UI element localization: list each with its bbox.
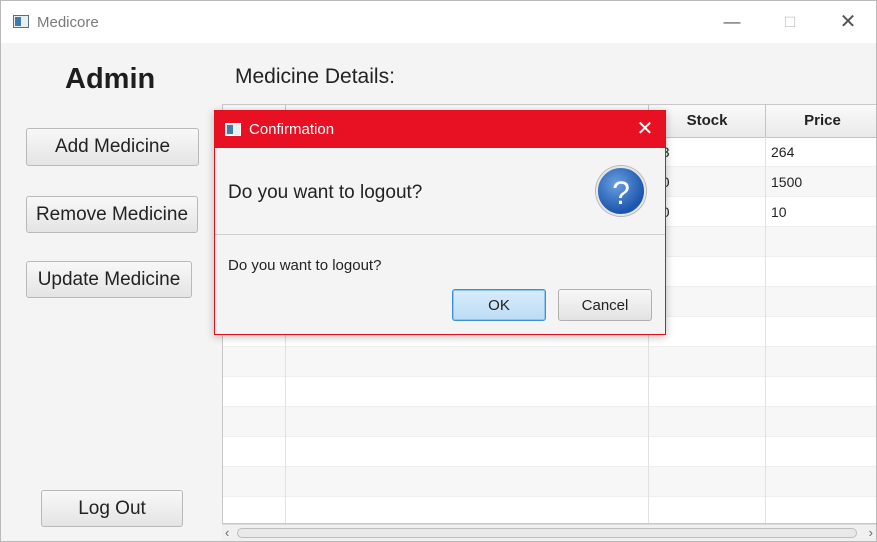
table-cell (766, 287, 876, 317)
table-row[interactable] (223, 497, 876, 523)
table-cell (649, 377, 766, 407)
column-header-stock[interactable]: Stock (649, 105, 766, 137)
table-row[interactable] (223, 377, 876, 407)
table-cell (286, 497, 649, 523)
table-row[interactable] (223, 437, 876, 467)
table-cell (766, 437, 876, 467)
table-row[interactable] (223, 347, 876, 377)
horizontal-scrollbar[interactable]: ‹ › (222, 524, 876, 541)
main-window: Medicore — ☐ ✕ Admin Add Medicine Remove… (0, 0, 877, 542)
table-cell (286, 377, 649, 407)
ok-button[interactable]: OK (452, 289, 546, 321)
sidebar-title: Admin (65, 63, 156, 95)
table-cell (223, 467, 286, 497)
table-cell (223, 377, 286, 407)
close-window-button[interactable]: ✕ (828, 9, 868, 35)
dialog-content-text: Do you want to logout? (228, 257, 382, 274)
app-icon (13, 15, 29, 28)
table-cell (766, 407, 876, 437)
table-cell (286, 437, 649, 467)
table-cell (223, 437, 286, 467)
title-bar: Medicore — ☐ ✕ (1, 1, 876, 43)
dialog-header-text: Do you want to logout? (228, 182, 423, 203)
column-header-price[interactable]: Price (766, 105, 876, 137)
table-cell (766, 377, 876, 407)
table-cell (649, 227, 766, 257)
table-row[interactable] (223, 407, 876, 437)
cancel-button[interactable]: Cancel (558, 289, 652, 321)
table-cell (649, 497, 766, 523)
table-cell: 1500 (771, 174, 803, 190)
table-cell (649, 437, 766, 467)
table-cell (649, 287, 766, 317)
table-cell: 00 (649, 197, 766, 227)
logout-button[interactable]: Log Out (41, 490, 183, 527)
table-cell (649, 467, 766, 497)
table-cell: 33 (649, 137, 766, 167)
table-cell (286, 407, 649, 437)
dialog-header: Do you want to logout? ? (215, 148, 665, 235)
table-cell (286, 347, 649, 377)
table-cell (766, 227, 876, 257)
scroll-right-icon[interactable]: › (869, 525, 873, 541)
confirmation-dialog: Confirmation ✕ Do you want to logout? ? … (214, 110, 666, 335)
window-title: Medicore (37, 14, 99, 31)
table-cell (649, 407, 766, 437)
table-cell (766, 347, 876, 377)
table-cell (223, 407, 286, 437)
table-cell (766, 467, 876, 497)
table-cell (766, 317, 876, 347)
table-cell: 10 (771, 204, 787, 220)
table-cell (223, 347, 286, 377)
dialog-title-bar: Confirmation ✕ (215, 111, 665, 148)
remove-medicine-button[interactable]: Remove Medicine (26, 196, 198, 233)
update-medicine-button[interactable]: Update Medicine (26, 261, 192, 298)
table-cell (223, 497, 286, 523)
scrollbar-thumb[interactable] (237, 528, 857, 538)
table-cell: 00 (649, 167, 766, 197)
question-icon: ? (596, 166, 646, 216)
dialog-title: Confirmation (249, 121, 335, 138)
table-row[interactable] (223, 467, 876, 497)
maximize-button[interactable]: ☐ (770, 9, 810, 35)
dialog-close-icon[interactable]: ✕ (631, 115, 659, 143)
table-cell (649, 347, 766, 377)
table-cell (766, 497, 876, 523)
minimize-button[interactable]: — (712, 9, 752, 35)
dialog-app-icon (225, 123, 241, 136)
table-cell (649, 257, 766, 287)
add-medicine-button[interactable]: Add Medicine (26, 128, 199, 166)
section-title: Medicine Details: (235, 65, 395, 88)
table-cell (766, 257, 876, 287)
table-cell (649, 317, 766, 347)
scroll-left-icon[interactable]: ‹ (225, 525, 229, 541)
table-cell: 264 (771, 144, 795, 160)
table-cell (286, 467, 649, 497)
